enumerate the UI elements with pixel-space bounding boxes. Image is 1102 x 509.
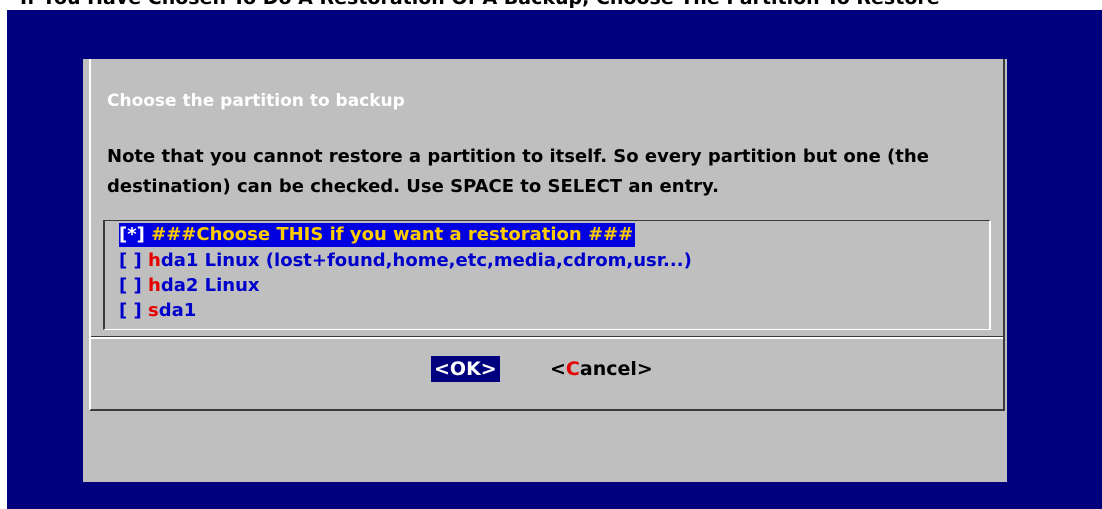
cancel-button[interactable]: <Cancel> [547,356,656,382]
list-item-label: da1 [158,300,197,321]
dialog-title: Choose the partition to backup [107,91,405,111]
checkbox[interactable]: [*] [119,224,145,245]
window-title: If You Have Chosen To Do A Restoration O… [20,0,940,9]
checkbox[interactable]: [ ] [119,250,142,271]
list-item-restoration[interactable]: [*] ###Choose THIS if you want a restora… [119,223,636,247]
list-item-sda1[interactable]: [ ] sda1 [119,299,196,323]
ok-button[interactable]: <OK> [431,356,500,382]
window-title-strip: If You Have Chosen To Do A Restoration O… [0,0,1102,10]
checkbox[interactable]: [ ] [119,300,142,321]
checklist-dialog: Choose the partition to backup Note that… [89,59,1005,411]
list-item-hda1[interactable]: [ ] hda1 Linux (lost+found,home,etc,medi… [119,249,692,273]
partition-list[interactable]: [*] ###Choose THIS if you want a restora… [103,220,991,330]
button-separator [91,336,1003,339]
list-item-label: da2 Linux [160,275,260,296]
checkbox[interactable]: [ ] [119,275,142,296]
list-item-hda2[interactable]: [ ] hda2 Linux [119,274,260,298]
hotkey-letter: h [148,250,161,271]
hotkey-letter: s [148,300,159,321]
list-item-label: ###Choose THIS if you want a restoration… [144,224,634,245]
dialog-instructions: Note that you cannot restore a partition… [107,146,929,197]
hotkey-letter: C [565,358,580,380]
list-item-label: da1 Linux (lost+found,home,etc,media,cdr… [160,250,692,271]
hotkey-letter: h [148,275,161,296]
